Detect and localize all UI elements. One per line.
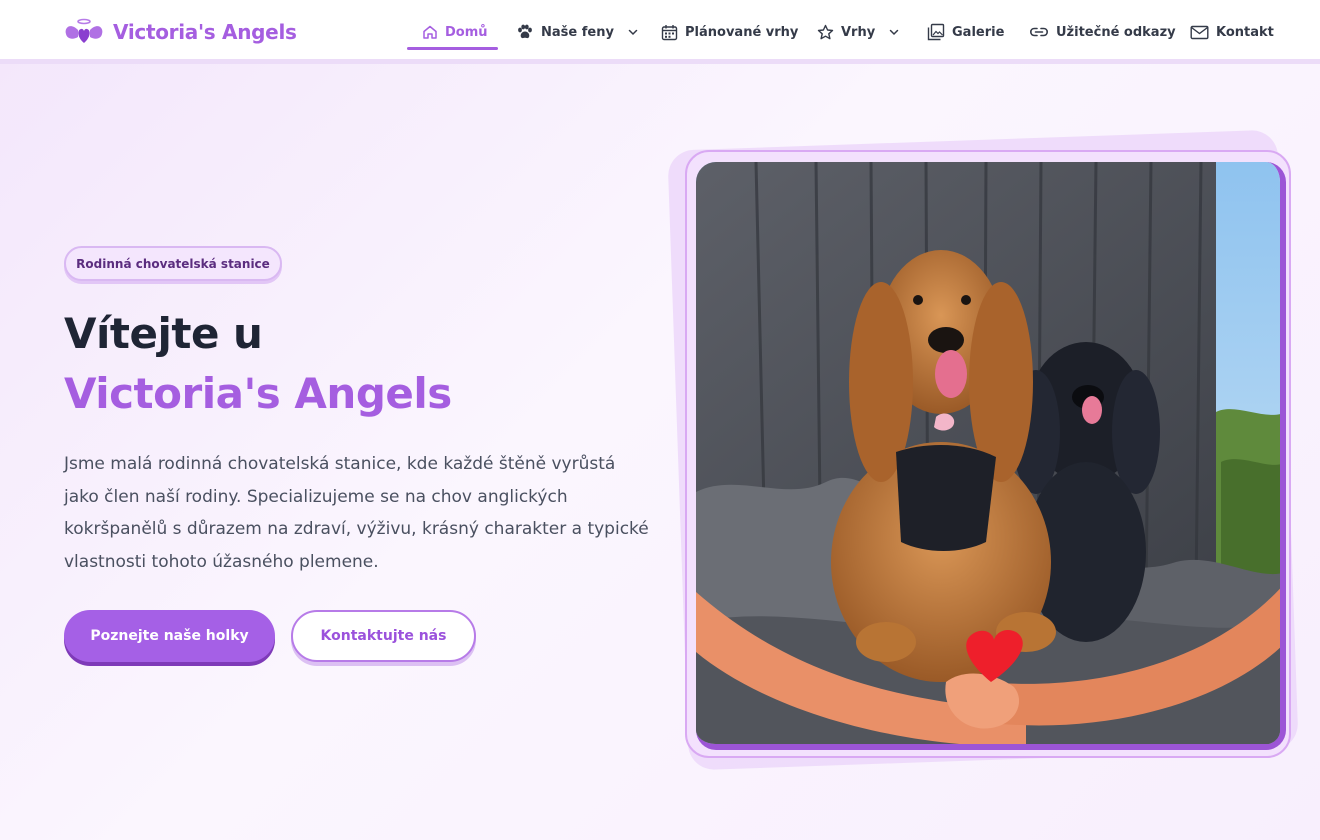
hero-title-line2: Victoria's Angels: [64, 369, 452, 418]
two-cocker-spaniels-photo: [696, 162, 1280, 744]
hero-badge: Rodinná chovatelská stanice: [64, 246, 282, 281]
nav-label-planovane-vrhy: Plánované vrhy: [685, 24, 799, 40]
chevron-down-icon: [628, 29, 638, 36]
contact-us-button[interactable]: Kontaktujte nás: [291, 610, 476, 662]
gallery-icon: [927, 23, 945, 41]
hero-photo: [696, 162, 1286, 750]
paw-icon: [518, 24, 532, 39]
nav-label-vrhy: Vrhy: [841, 24, 876, 40]
nav-item-uzitecne-odkazy[interactable]: Užitečné odkazy: [1029, 20, 1176, 44]
hero-title-line1: Vítejte u: [64, 309, 263, 358]
hero-title: Vítejte u Victoria's Angels: [64, 304, 624, 424]
meet-our-girls-button[interactable]: Poznejte naše holky: [64, 610, 275, 662]
active-nav-indicator: [407, 47, 498, 50]
nav-item-planovane-vrhy[interactable]: Plánované vrhy: [661, 20, 798, 44]
link-icon: [1029, 27, 1049, 37]
nav-item-nase-feny[interactable]: Naše feny: [516, 20, 640, 44]
nav-label-uzitecne-odkazy: Užitečné odkazy: [1056, 24, 1176, 40]
nav-item-domu[interactable]: Domů: [422, 20, 488, 44]
nav-item-kontakt[interactable]: Kontakt: [1190, 20, 1274, 44]
nav-label-nase-feny: Naše feny: [541, 24, 614, 40]
star-icon: [817, 24, 834, 39]
hero-image-container: [660, 129, 1310, 771]
main-navigation: Domů Naše feny Plánované vrhy Vrhy Galer…: [0, 0, 1320, 64]
nav-label-kontakt: Kontakt: [1216, 24, 1274, 40]
nav-label-galerie: Galerie: [952, 24, 1005, 40]
nav-label-domu: Domů: [445, 24, 488, 40]
hero-description: Jsme malá rodinná chovatelská stanice, k…: [64, 454, 649, 572]
nav-item-galerie[interactable]: Galerie: [927, 20, 1004, 44]
mail-icon: [1190, 25, 1209, 39]
calendar-icon: [661, 24, 678, 40]
chevron-down-icon: [889, 29, 899, 36]
nav-item-vrhy[interactable]: Vrhy: [817, 20, 901, 44]
top-navbar: Victoria's Angels Domů Naše feny Plánova…: [0, 0, 1320, 64]
home-icon: [423, 25, 437, 39]
